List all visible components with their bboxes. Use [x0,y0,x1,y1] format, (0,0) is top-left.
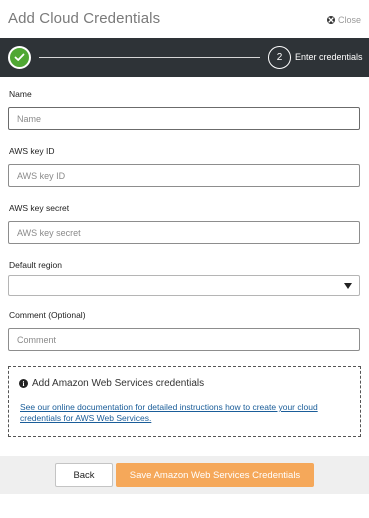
default-region-label: Default region [9,260,62,270]
close-label: Close [337,15,361,25]
name-label: Name [9,89,32,99]
dialog-header: Add Cloud Credentials Close [0,0,369,38]
aws-key-id-input[interactable] [8,164,360,187]
step-2-number: 2 [268,46,291,69]
name-input[interactable] [8,107,360,130]
step-2-label: Enter credentials [295,52,363,62]
dialog-footer: Back Save Amazon Web Services Credential… [0,456,369,494]
check-icon [14,53,25,61]
step-connector [39,57,260,58]
documentation-link[interactable]: See our online documentation for detaile… [20,402,352,424]
step-progress-bar: 2 Enter credentials [0,38,369,77]
comment-input[interactable] [8,328,360,351]
default-region-select[interactable] [8,275,360,296]
aws-key-id-label: AWS key ID [9,146,55,156]
aws-key-secret-input[interactable] [8,221,360,244]
aws-key-secret-label: AWS key secret [9,203,70,213]
back-button[interactable]: Back [55,463,113,487]
info-heading-text: Add Amazon Web Services credentials [32,378,205,389]
info-heading: i Add Amazon Web Services credentials [19,378,204,389]
save-credentials-button[interactable]: Save Amazon Web Services Credentials [116,463,314,487]
add-cloud-credentials-dialog: Add Cloud Credentials Close 2 Enter cred… [0,0,369,518]
info-icon: i [19,379,28,388]
aws-info-box: i Add Amazon Web Services credentials Se… [8,366,361,437]
step-1-complete [8,46,31,69]
comment-label: Comment (Optional) [9,310,86,320]
chevron-down-icon [344,283,352,289]
close-button[interactable]: Close [326,15,361,25]
dialog-title: Add Cloud Credentials [8,10,161,27]
close-icon [326,16,335,24]
